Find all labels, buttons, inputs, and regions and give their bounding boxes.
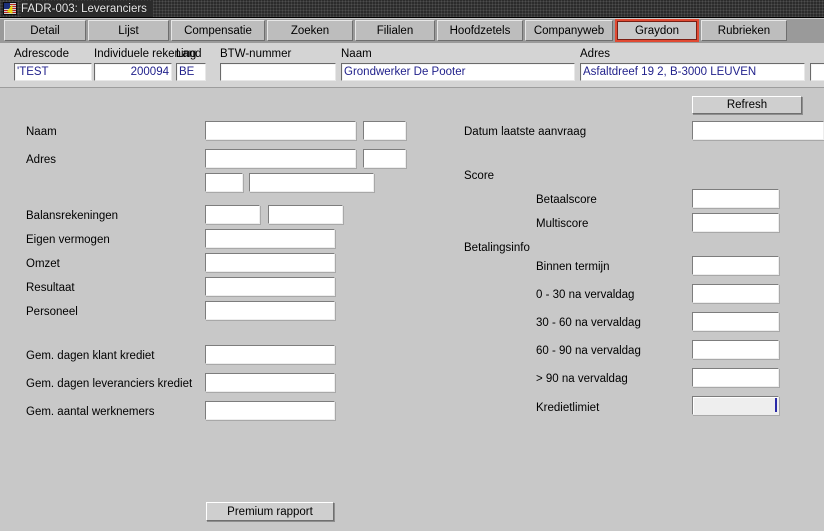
adres-input[interactable]: Asfaltdreef 19 2, B-3000 LEUVEN [580,63,805,81]
title-bar: FADR-003: Leveranciers [0,0,824,18]
field-gem-dagen-leveranciers-krediet[interactable] [205,373,335,392]
adrescode-input[interactable]: 'TEST [14,63,92,81]
land-input[interactable]: BE [176,63,206,81]
label-balansrekeningen: Balansrekeningen [26,210,119,222]
group-label-score: Score [464,170,495,182]
label-naam: Naam [26,126,57,138]
field-30-60-na-vervaldag[interactable] [692,312,779,331]
field-naam[interactable] [205,121,356,140]
overflow-input[interactable] [810,63,824,81]
field-betaalscore[interactable] [692,189,779,208]
tab-compensatie[interactable]: Compensatie [171,20,265,41]
application-window: FADR-003: Leveranciers Detail Lijst Comp… [0,0,824,531]
app-flag-icon [3,2,17,15]
btw-nummer-label: BTW-nummer [220,48,292,60]
label-omzet: Omzet [26,258,60,270]
field-eigen-vermogen[interactable] [205,229,335,248]
field-naam-2[interactable] [363,121,406,140]
land-label: Land [176,48,202,60]
group-label-betalingsinfo: Betalingsinfo [464,242,530,254]
label-gem-aantal-werknemers: Gem. aantal werknemers [26,406,155,418]
tab-lijst[interactable]: Lijst [88,20,169,41]
tab-bar: Detail Lijst Compensatie Zoeken Filialen… [0,19,824,43]
label-30-60-na-vervaldag: 30 - 60 na vervaldag [536,317,641,329]
tab-detail[interactable]: Detail [4,20,86,41]
field-omzet[interactable] [205,253,335,272]
label-binnen-termijn: Binnen termijn [536,261,610,273]
label-kredietlimiet: Kredietlimiet [536,402,600,414]
field-0-30-na-vervaldag[interactable] [692,284,779,303]
field-balansrekeningen-2[interactable] [268,205,343,224]
field-gem-dagen-klant-krediet[interactable] [205,345,335,364]
field-balansrekeningen-1[interactable] [205,205,260,224]
field-kredietlimiet[interactable] [692,396,779,415]
field-personeel[interactable] [205,301,335,320]
field-adres-2[interactable] [363,149,406,168]
label-betaalscore: Betaalscore [536,194,597,206]
label-eigen-vermogen: Eigen vermogen [26,234,110,246]
field-multiscore[interactable] [692,213,779,232]
tab-graydon[interactable]: Graydon [615,19,699,42]
tab-zoeken[interactable]: Zoeken [267,20,353,41]
field-postcode[interactable] [205,173,243,192]
label-gt-90-na-vervaldag: > 90 na vervaldag [536,373,628,385]
field-gem-aantal-werknemers[interactable] [205,401,335,420]
label-resultaat: Resultaat [26,282,75,294]
record-header-band: Adrescode 'TEST Individuele rekening 200… [0,43,824,88]
adres-label: Adres [580,48,611,60]
btw-nummer-input[interactable] [220,63,336,81]
label-datum-laatste-aanvraag: Datum laatste aanvraag [464,126,587,138]
window-title: FADR-003: Leveranciers [21,0,153,17]
label-gem-dagen-leveranciers-krediet: Gem. dagen leveranciers krediet [26,378,193,390]
label-60-90-na-vervaldag: 60 - 90 na vervaldag [536,345,641,357]
label-gem-dagen-klant-krediet: Gem. dagen klant krediet [26,350,155,362]
tab-bar-filler [789,19,824,43]
label-0-30-na-vervaldag: 0 - 30 na vervaldag [536,289,635,301]
text-caret [775,398,777,412]
tab-companyweb[interactable]: Companyweb [525,20,613,41]
tab-hoofdzetels[interactable]: Hoofdzetels [437,20,523,41]
label-multiscore: Multiscore [536,218,589,230]
field-binnen-termijn[interactable] [692,256,779,275]
premium-rapport-button[interactable]: Premium rapport [206,502,334,521]
label-personeel: Personeel [26,306,78,318]
field-adres[interactable] [205,149,356,168]
field-datum-laatste-aanvraag[interactable] [692,121,824,140]
tab-filialen[interactable]: Filialen [355,20,435,41]
field-gt-90-na-vervaldag[interactable] [692,368,779,387]
graydon-panel: Refresh Naam Adres Balansrekeningen Eige… [0,88,824,531]
naam-input[interactable]: Grondwerker De Pooter [341,63,575,81]
individuele-rekening-input[interactable]: 200094 [94,63,172,81]
tab-rubrieken[interactable]: Rubrieken [701,20,787,41]
field-resultaat[interactable] [205,277,335,296]
naam-label: Naam [341,48,372,60]
field-gemeente[interactable] [249,173,374,192]
refresh-button[interactable]: Refresh [692,96,802,114]
label-adres: Adres [26,154,57,166]
field-60-90-na-vervaldag[interactable] [692,340,779,359]
adrescode-label: Adrescode [14,48,69,60]
